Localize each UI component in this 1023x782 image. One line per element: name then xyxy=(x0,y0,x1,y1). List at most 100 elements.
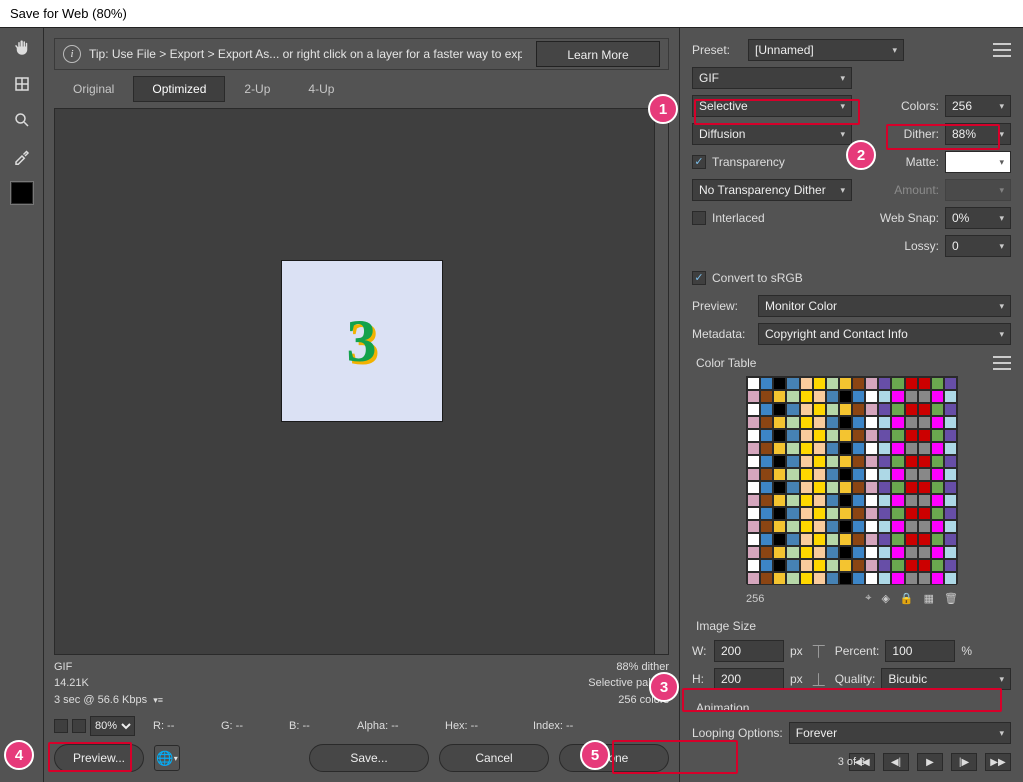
dither-algo-select[interactable]: Diffusion▾ xyxy=(692,123,852,145)
preview-canvas: 3 xyxy=(281,260,443,422)
foreground-color-swatch[interactable] xyxy=(11,182,33,204)
ct-icon-shift[interactable]: ◈ xyxy=(881,592,889,605)
transparency-checkbox[interactable] xyxy=(692,155,706,169)
settings-flyout-icon[interactable] xyxy=(993,43,1011,57)
ct-icon-trash[interactable]: 🗑 xyxy=(944,592,958,605)
dither-label: Dither: xyxy=(904,127,939,141)
preset-select[interactable]: [Unnamed]▾ xyxy=(748,39,904,61)
cancel-button[interactable]: Cancel xyxy=(439,744,549,772)
preview-scrollbar-vertical[interactable] xyxy=(654,109,668,654)
w-label: W: xyxy=(692,644,708,658)
tip-bar: i Tip: Use File > Export > Export As... … xyxy=(54,38,669,70)
eyedropper-tool-icon[interactable] xyxy=(6,142,38,170)
tab-4up[interactable]: 4-Up xyxy=(289,76,353,102)
matte-label: Matte: xyxy=(906,155,939,169)
convert-srgb-label: Convert to sRGB xyxy=(712,271,803,285)
percent-sym: % xyxy=(961,644,972,658)
metadata-label: Metadata: xyxy=(692,327,752,341)
frame-counter: 3 of 3 xyxy=(838,756,866,768)
preview-button[interactable]: Preview... xyxy=(54,744,144,772)
preview-area[interactable]: 3 xyxy=(54,108,669,655)
frame-prev-icon[interactable]: ◀| xyxy=(883,753,909,771)
preview-info: GIF 14.21K 3 sec @ 56.6 Kbps ▾≡ 88% dith… xyxy=(54,659,669,709)
format-select[interactable]: GIF▾ xyxy=(692,67,852,89)
info-icon: i xyxy=(63,45,81,63)
websnap-label: Web Snap: xyxy=(880,211,939,225)
transparency-dither-select[interactable]: No Transparency Dither▾ xyxy=(692,179,852,201)
colors-label: Colors: xyxy=(901,99,939,113)
tab-optimized[interactable]: Optimized xyxy=(133,76,225,102)
colors-select[interactable]: 256▾ xyxy=(945,95,1011,117)
badge-5: 5 xyxy=(580,740,610,770)
tools-sidebar xyxy=(0,28,44,782)
zoom-select[interactable]: 80% xyxy=(90,716,135,736)
ct-icon-snap[interactable]: ⌖ xyxy=(865,592,871,605)
bottom-button-bar: Preview... 🌐▾ Save... Cancel Done xyxy=(54,744,669,772)
quality-select[interactable]: Bicubic▾ xyxy=(881,668,1011,690)
color-table-swatches[interactable] xyxy=(746,376,958,584)
info-timing: 3 sec @ 56.6 Kbps xyxy=(54,694,147,706)
color-table-label: Color Table xyxy=(696,356,756,370)
badge-4: 4 xyxy=(4,740,34,770)
transparency-label: Transparency xyxy=(712,155,785,169)
metadata-select[interactable]: Copyright and Contact Info▾ xyxy=(758,323,1011,345)
learn-more-button[interactable]: Learn More xyxy=(536,41,660,67)
center-column: i Tip: Use File > Export > Export As... … xyxy=(44,28,679,782)
badge-3: 3 xyxy=(649,672,679,702)
hand-tool-icon[interactable] xyxy=(6,34,38,62)
color-table-count: 256 xyxy=(746,593,764,605)
status-bar: 80% R: -- G: -- B: -- Alpha: -- Hex: -- … xyxy=(54,716,669,736)
preview-select[interactable]: Monitor Color▾ xyxy=(758,295,1011,317)
preview-content-glyph: 3 xyxy=(347,307,377,376)
interlaced-label: Interlaced xyxy=(712,211,765,225)
tip-text: Tip: Use File > Export > Export As... or… xyxy=(89,47,522,61)
info-format: GIF xyxy=(54,659,163,676)
done-button[interactable]: Done xyxy=(559,744,669,772)
frame-last-icon[interactable]: ▶▶ xyxy=(985,753,1011,771)
status-alpha: Alpha: -- xyxy=(357,720,427,732)
settings-panel: Preset: [Unnamed]▾ GIF▾ Selective▾ Color… xyxy=(679,28,1023,782)
tab-original[interactable]: Original xyxy=(54,76,133,102)
width-input[interactable]: 200 xyxy=(714,640,784,662)
link-icon[interactable]: ⏉ xyxy=(809,643,829,660)
amount-label: Amount: xyxy=(894,183,939,197)
tab-2up[interactable]: 2-Up xyxy=(225,76,289,102)
status-icon-2[interactable] xyxy=(72,719,86,733)
window-titlebar: Save for Web (80%) xyxy=(0,0,1023,28)
h-px: px xyxy=(790,672,803,686)
browser-preview-icon[interactable]: 🌐▾ xyxy=(154,745,180,771)
looping-select[interactable]: Forever▾ xyxy=(789,722,1011,744)
status-g: G: -- xyxy=(221,720,271,732)
lossy-label: Lossy: xyxy=(904,239,939,253)
animation-frame-nav: 3 of 3 ◀◀ ◀| ▶ |▶ ▶▶ xyxy=(692,753,1011,771)
frame-next-icon[interactable]: |▶ xyxy=(951,753,977,771)
convert-srgb-checkbox[interactable] xyxy=(692,271,706,285)
window-title: Save for Web (80%) xyxy=(10,6,127,21)
ct-icon-new[interactable]: ▦ xyxy=(924,592,934,605)
status-r: R: -- xyxy=(153,720,203,732)
w-px: px xyxy=(790,644,803,658)
save-button[interactable]: Save... xyxy=(309,744,429,772)
preset-label: Preset: xyxy=(692,43,742,57)
matte-select[interactable]: ▾ xyxy=(945,151,1011,173)
status-icon-1[interactable] xyxy=(54,719,68,733)
height-input[interactable]: 200 xyxy=(714,668,784,690)
interlaced-checkbox[interactable] xyxy=(692,211,706,225)
h-label: H: xyxy=(692,672,708,686)
preview-tabs: Original Optimized 2-Up 4-Up xyxy=(54,76,669,102)
zoom-tool-icon[interactable] xyxy=(6,106,38,134)
color-table-flyout-icon[interactable] xyxy=(993,356,1011,370)
percent-input[interactable]: 100 xyxy=(885,640,955,662)
color-table-footer: 256 ⌖ ◈ 🔒 ▦ 🗑 xyxy=(746,592,958,605)
timing-menu-icon[interactable]: ▾≡ xyxy=(153,695,163,705)
slice-tool-icon[interactable] xyxy=(6,70,38,98)
lossy-select[interactable]: 0▾ xyxy=(945,235,1011,257)
looping-label: Looping Options: xyxy=(692,726,783,740)
color-reduction-select[interactable]: Selective▾ xyxy=(692,95,852,117)
frame-play-icon[interactable]: ▶ xyxy=(917,753,943,771)
quality-label: Quality: xyxy=(835,672,876,686)
dither-amount-select[interactable]: 88%▾ xyxy=(945,123,1011,145)
ct-icon-lock[interactable]: 🔒 xyxy=(900,592,914,605)
status-index: Index: -- xyxy=(533,720,573,732)
websnap-select[interactable]: 0%▾ xyxy=(945,207,1011,229)
